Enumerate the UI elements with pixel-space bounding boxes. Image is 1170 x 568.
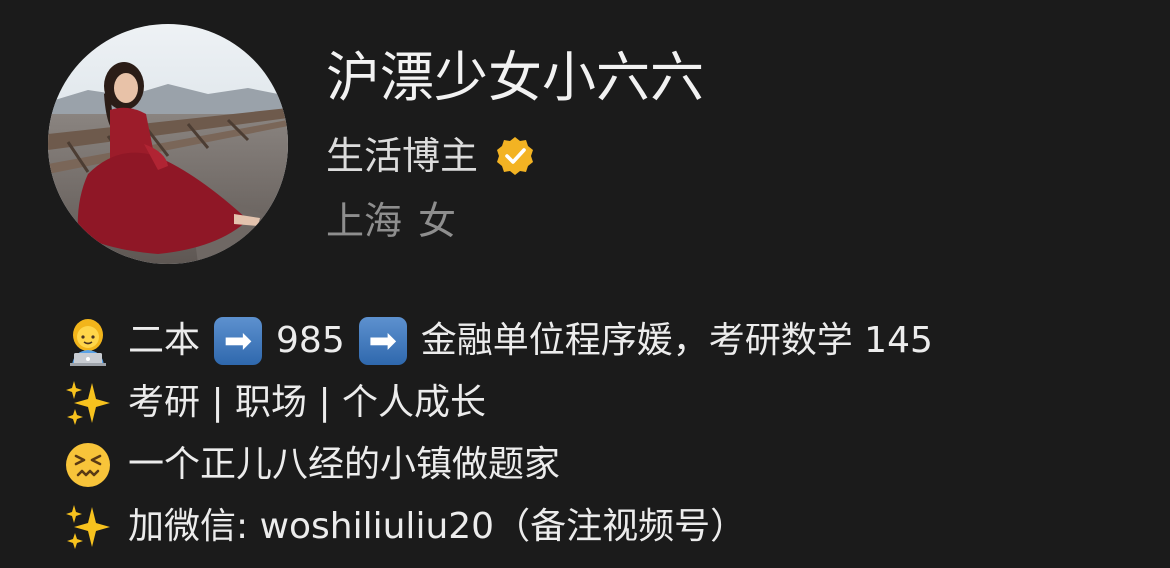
confounded-face-emoji <box>62 439 114 491</box>
bio-education-start: 二本 <box>128 320 201 361</box>
bio-topics-text: 考研 | 职场 | 个人成长 <box>128 382 487 423</box>
bio-line-contact: 加微信: woshiliuliu20（备注视频号） <box>62 496 1152 558</box>
verified-badge-icon[interactable] <box>494 135 536 177</box>
profile-name: 沪漂少女小六六 <box>326 46 704 109</box>
right-arrow-icon: ➡ <box>358 317 407 365</box>
avatar[interactable] <box>48 24 288 264</box>
bio-education-end: 金融单位程序媛，考研数学 145 <box>420 320 933 361</box>
sparkles-emoji <box>62 377 114 429</box>
profile-role: 生活博主 <box>326 134 479 178</box>
profile-gender: 女 <box>418 199 457 243</box>
bio-line-topics: 考研 | 职场 | 个人成长 <box>62 372 1152 434</box>
profile-meta: 上海女 <box>326 193 456 249</box>
bio-education-middle: 985 <box>276 320 345 361</box>
bio-contact-text: 加微信: woshiliuliu20（备注视频号） <box>128 506 747 547</box>
sparkles-emoji <box>62 501 114 553</box>
profile-photo-icon <box>48 24 288 264</box>
profile-location: 上海 <box>326 199 403 243</box>
bio-tagline-text: 一个正儿八经的小镇做题家 <box>128 444 561 485</box>
woman-technologist-emoji <box>62 315 114 367</box>
right-arrow-icon: ➡ <box>214 317 263 365</box>
role-row: 生活博主 <box>326 128 536 184</box>
bio-line-tagline: 一个正儿八经的小镇做题家 <box>62 434 1152 496</box>
bio-line-education: 二本 ➡ 985 ➡ 金融单位程序媛，考研数学 145 <box>62 310 1152 372</box>
profile-bio: 二本 ➡ 985 ➡ 金融单位程序媛，考研数学 145 考研 | 职场 | 个人… <box>62 310 1152 558</box>
